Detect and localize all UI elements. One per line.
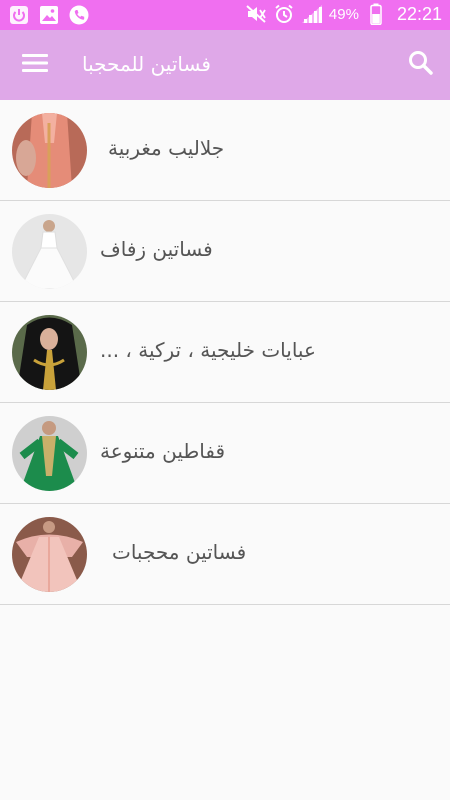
list-item[interactable]: فساتين زفاف (0, 201, 450, 302)
list-item-label: فساتين زفاف (100, 237, 213, 261)
app-bar: فساتين للمحجبا (0, 30, 450, 100)
list-item-label: فساتين محجبات (112, 540, 247, 564)
avatar (12, 214, 87, 289)
list-item-label: جلاليب مغربية (108, 136, 225, 160)
category-list: جلاليب مغربية فساتين زفاف عبايات خليجية … (0, 100, 450, 605)
list-item[interactable]: جلاليب مغربية (0, 100, 450, 201)
battery-icon (365, 3, 387, 25)
mute-icon (245, 3, 267, 25)
battery-percent: 49% (328, 5, 359, 23)
list-item[interactable]: قفاطين متنوعة (0, 403, 450, 504)
phone-icon (68, 4, 90, 26)
image-icon (38, 4, 60, 26)
search-button[interactable] (406, 50, 436, 80)
avatar (12, 517, 87, 592)
status-right-icons: 49% 22:21 (245, 3, 442, 25)
menu-icon (22, 53, 48, 77)
app-title: فساتين للمحجبا (82, 52, 211, 76)
signal-icon (301, 3, 323, 25)
list-item-label: عبايات خليجية ، تركية ، ... (100, 338, 316, 362)
list-item[interactable]: فساتين محجبات (0, 504, 450, 605)
menu-button[interactable] (20, 50, 50, 80)
power-icon (8, 4, 30, 26)
status-left-icons (8, 4, 90, 26)
list-item[interactable]: عبايات خليجية ، تركية ، ... (0, 302, 450, 403)
search-icon (408, 50, 434, 80)
list-item-label: قفاطين متنوعة (100, 439, 226, 463)
status-bar: 49% 22:21 (0, 0, 450, 30)
avatar (12, 416, 87, 491)
avatar (12, 315, 87, 390)
alarm-icon (273, 3, 295, 25)
avatar (12, 113, 87, 188)
clock: 22:21 (396, 3, 442, 24)
